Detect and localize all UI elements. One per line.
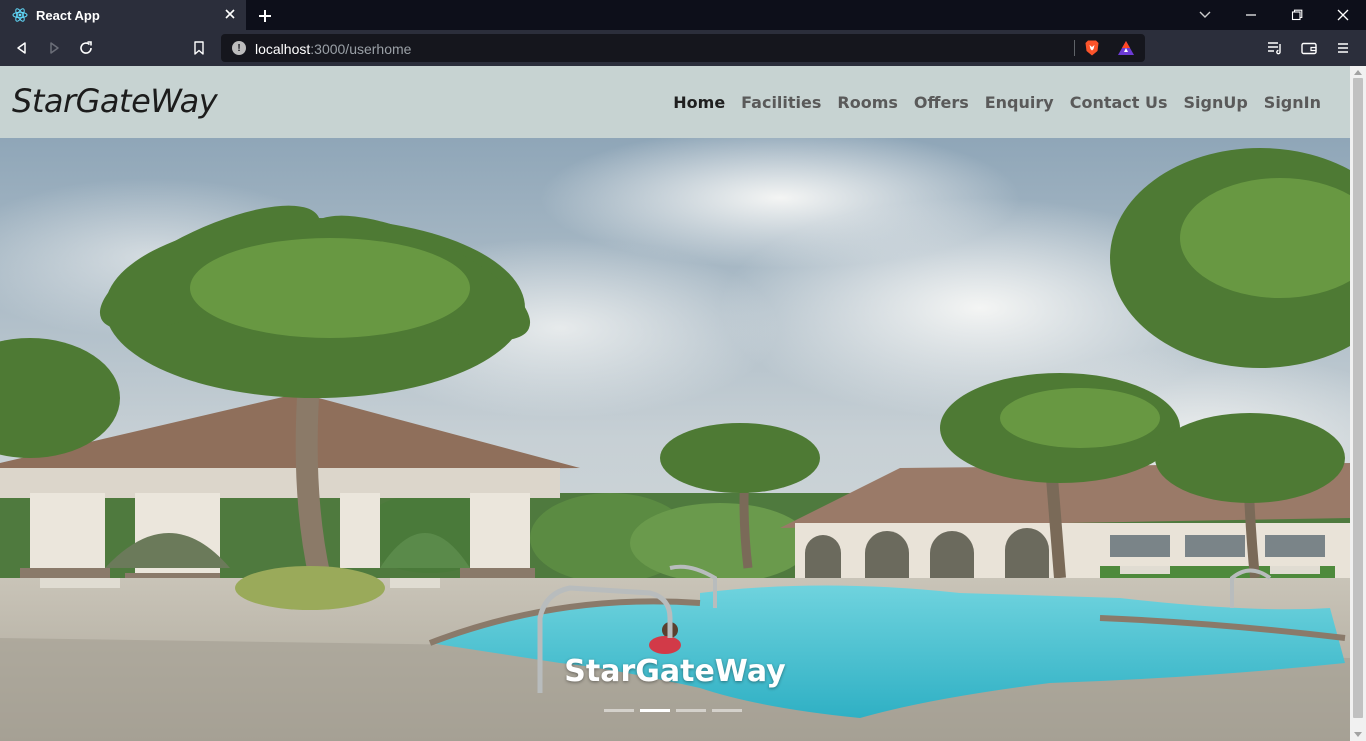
hero-carousel[interactable]: StarGateWay — [0, 138, 1350, 741]
carousel-indicator-3[interactable] — [676, 709, 706, 712]
reload-icon[interactable] — [76, 38, 96, 58]
carousel-indicators — [604, 709, 742, 712]
address-bar[interactable]: ! localhost:3000/userhome — [221, 34, 1145, 62]
web-page: StarGateWay Home Facilities Rooms Offers… — [0, 66, 1366, 741]
wallet-icon[interactable] — [1299, 38, 1319, 58]
nav-link-facilities[interactable]: Facilities — [733, 93, 829, 112]
tab-react-app[interactable]: React App — [0, 0, 246, 30]
forward-icon[interactable] — [44, 38, 64, 58]
minimize-icon[interactable] — [1240, 4, 1262, 26]
page-scrollbar[interactable] — [1350, 66, 1366, 741]
new-tab-icon[interactable] — [255, 6, 275, 26]
brand-logo[interactable]: StarGateWay — [12, 82, 218, 120]
site-navbar: StarGateWay Home Facilities Rooms Offers… — [0, 66, 1350, 138]
brave-rewards-icon[interactable] — [1117, 39, 1135, 57]
carousel-caption: StarGateWay — [564, 654, 786, 689]
site-info-icon[interactable]: ! — [232, 41, 246, 55]
tab-search-icon[interactable] — [1194, 4, 1216, 26]
nav-link-contact-us[interactable]: Contact Us — [1062, 93, 1176, 112]
nav-link-home[interactable]: Home — [665, 93, 733, 112]
nav-link-enquiry[interactable]: Enquiry — [977, 93, 1062, 112]
url-separator — [1074, 40, 1075, 56]
scroll-up-arrow-icon[interactable] — [1354, 70, 1362, 75]
close-tab-icon[interactable] — [222, 6, 238, 22]
tab-title: React App — [36, 7, 100, 23]
nav-link-rooms[interactable]: Rooms — [829, 93, 906, 112]
restore-icon[interactable] — [1286, 4, 1308, 26]
url-text: localhost:3000/userhome — [255, 41, 411, 57]
nav-link-signup[interactable]: SignUp — [1176, 93, 1256, 112]
nav-link-offers[interactable]: Offers — [906, 93, 977, 112]
url-path: :3000/userhome — [310, 41, 412, 57]
scroll-down-arrow-icon[interactable] — [1354, 732, 1362, 737]
scrollbar-thumb[interactable] — [1353, 78, 1363, 718]
resort-pool-image — [0, 138, 1350, 741]
carousel-indicator-1[interactable] — [604, 709, 634, 712]
nav-link-signin[interactable]: SignIn — [1256, 93, 1329, 112]
brave-shields-icon[interactable] — [1083, 39, 1101, 57]
close-window-icon[interactable] — [1332, 4, 1354, 26]
bookmark-icon[interactable] — [189, 38, 209, 58]
menu-icon[interactable] — [1333, 38, 1353, 58]
carousel-indicator-4[interactable] — [712, 709, 742, 712]
back-icon[interactable] — [12, 38, 32, 58]
playlist-icon[interactable] — [1265, 38, 1285, 58]
tab-strip: React App — [0, 0, 1366, 30]
url-host: localhost — [255, 41, 311, 57]
browser-toolbar: ! localhost:3000/userhome — [0, 30, 1366, 66]
nav-links: Home Facilities Rooms Offers Enquiry Con… — [665, 93, 1329, 112]
carousel-indicator-2[interactable] — [640, 709, 670, 712]
react-icon — [12, 7, 28, 23]
